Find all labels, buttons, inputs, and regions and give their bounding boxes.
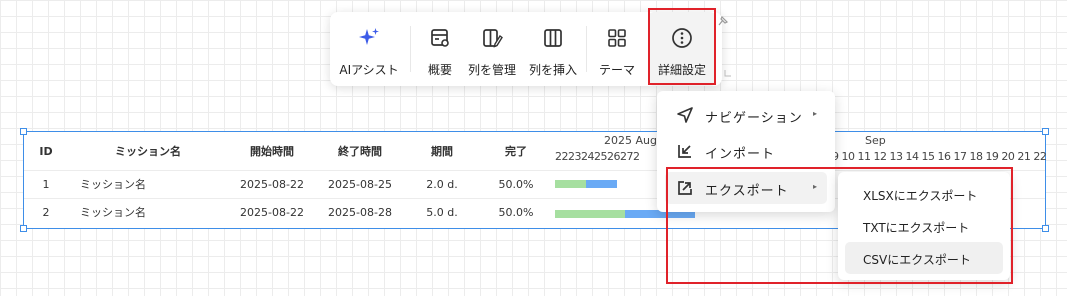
submenu-arrow-icon: ▸	[812, 182, 817, 191]
gantt-bar-progress	[555, 210, 625, 218]
export-submenu: XLSXにエクスポート TXTにエクスポート CSVにエクスポート	[838, 172, 1010, 280]
cell-end: 2025-08-25	[328, 178, 392, 191]
advanced-settings-label: 詳細設定	[657, 63, 706, 77]
toolbar-divider	[586, 26, 587, 72]
cell-end: 2025-08-28	[328, 206, 392, 219]
submenu-arrow-icon: ▸	[812, 109, 817, 118]
cell-start: 2025-08-22	[240, 206, 304, 219]
cell-start: 2025-08-22	[240, 178, 304, 191]
column-header-duration[interactable]: 期間	[404, 132, 480, 172]
ai-assist-label: AIアシスト	[339, 63, 399, 77]
cell-mission-name: ミッション名	[80, 206, 146, 219]
timeline-days-aug: 2223242526272	[555, 150, 640, 163]
timeline-month-aug: 2025 Aug	[604, 134, 657, 147]
timeline-month-sep: Sep	[865, 134, 886, 147]
export-xlsx-item[interactable]: XLSXにエクスポート	[845, 178, 1003, 210]
advanced-settings-menu: ナビゲーション ▸ インポート エクスポート ▸	[657, 91, 835, 212]
menu-item-navigation[interactable]: ナビゲーション ▸	[665, 99, 827, 131]
export-csv-label: CSVにエクスポート	[863, 253, 971, 267]
cell-id: 2	[42, 206, 50, 219]
sparkle-icon	[359, 28, 379, 45]
menu-item-export[interactable]: エクスポート ▸	[665, 172, 827, 204]
insert-column-label: 列を挿入	[528, 63, 577, 77]
corner-mark-icon	[724, 70, 731, 77]
toolbar-divider	[410, 26, 411, 72]
column-header-mission-name[interactable]: ミッション名	[68, 132, 228, 172]
column-header-start[interactable]: 開始時間	[228, 132, 316, 172]
cell-complete: 50.0%	[498, 206, 534, 219]
menu-item-import[interactable]: インポート	[665, 135, 827, 167]
column-header-complete[interactable]: 完了	[480, 132, 552, 172]
menu-item-export-label: エクスポート	[705, 184, 789, 199]
insert-column-button[interactable]: 列を挿入	[524, 12, 582, 86]
toolbar: AIアシスト 概要 列を管理 列を挿入 テーマ 詳細設定	[330, 12, 722, 86]
column-header-end[interactable]: 終了時間	[316, 132, 404, 172]
advanced-settings-button[interactable]: 詳細設定	[648, 12, 716, 86]
resize-handle-top-left[interactable]	[20, 128, 27, 135]
theme-button[interactable]: テーマ	[592, 12, 642, 86]
export-xlsx-label: XLSXにエクスポート	[863, 189, 978, 203]
summary-icon	[431, 29, 449, 47]
pin-icon[interactable]	[716, 14, 730, 28]
menu-item-import-label: インポート	[705, 147, 776, 162]
cell-complete: 50.0%	[498, 178, 534, 191]
theme-grid-icon	[608, 29, 626, 47]
ai-assist-button[interactable]: AIアシスト	[330, 12, 408, 86]
gantt-bar-progress	[555, 180, 586, 188]
cell-mission-name: ミッション名	[80, 178, 146, 191]
more-options-icon	[672, 28, 692, 48]
manage-columns-button[interactable]: 列を管理	[463, 12, 521, 86]
export-csv-item[interactable]: CSVにエクスポート	[845, 242, 1003, 274]
summary-button[interactable]: 概要	[420, 12, 460, 86]
timeline-days-sep: 9 10 11 12 13 14 15 16 17 18 19 20 21 22	[832, 150, 1047, 163]
theme-label: テーマ	[598, 63, 635, 77]
column-header-id[interactable]: ID	[24, 132, 68, 172]
export-icon	[678, 181, 692, 195]
summary-label: 概要	[427, 63, 452, 77]
import-icon	[678, 145, 691, 158]
export-txt-label: TXTにエクスポート	[863, 221, 970, 235]
gantt-bar-task-1[interactable]	[555, 180, 617, 188]
cell-id: 1	[42, 178, 50, 191]
menu-item-navigation-label: ナビゲーション	[705, 111, 803, 126]
export-txt-item[interactable]: TXTにエクスポート	[845, 210, 1003, 242]
resize-handle-top-right[interactable]	[1042, 128, 1049, 135]
insert-column-icon	[544, 29, 562, 47]
navigation-icon	[677, 107, 693, 123]
resize-handle-bottom-right[interactable]	[1042, 225, 1049, 232]
manage-columns-label: 列を管理	[467, 63, 516, 77]
manage-columns-icon	[483, 29, 503, 48]
cell-duration: 2.0 d.	[426, 178, 458, 191]
cell-duration: 5.0 d.	[426, 206, 458, 219]
resize-handle-bottom-left[interactable]	[20, 225, 27, 232]
